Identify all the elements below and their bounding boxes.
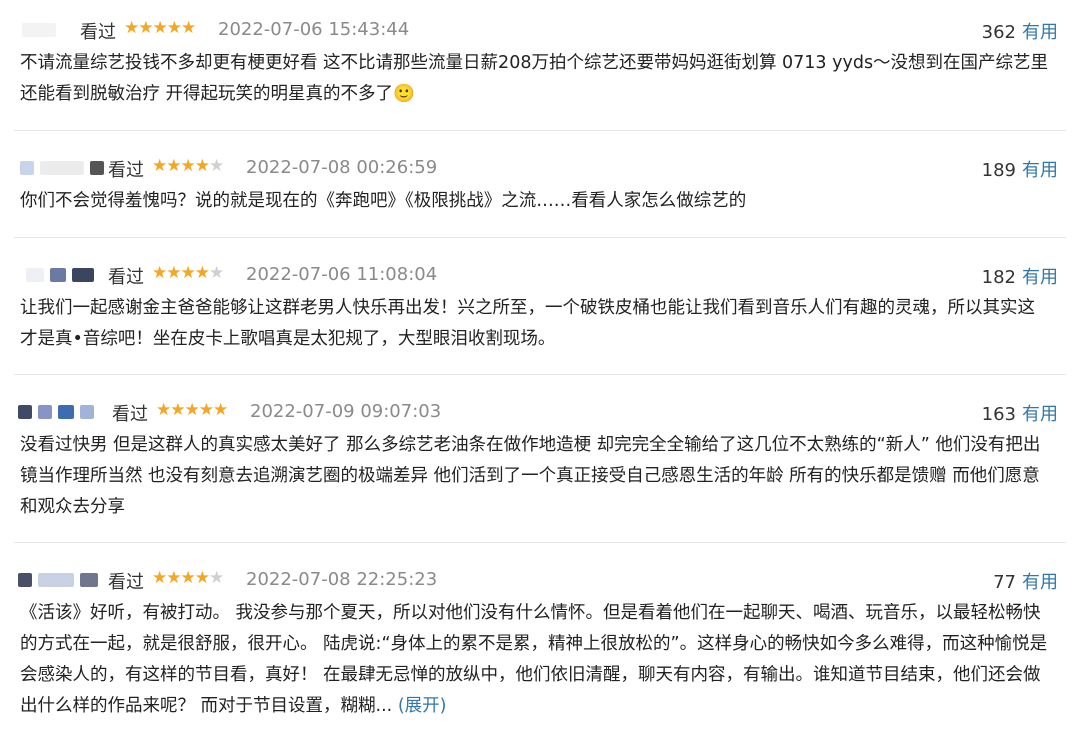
star-filled-icon: ★	[166, 263, 181, 283]
review-text: 《活该》好听，有被打动。 我没参与那个夏天，所以对他们没有什么情怀。但是看着他们…	[20, 598, 1050, 722]
useful-votes: 77 有用	[993, 568, 1058, 594]
star-filled-icon: ★	[180, 156, 196, 176]
watch-status: 看过	[80, 22, 116, 43]
vote-count: 182	[981, 267, 1016, 288]
username-blurred[interactable]	[18, 405, 94, 421]
useful-button[interactable]: 有用	[1022, 404, 1058, 425]
review-text: 不请流量综艺投钱不多却更有梗更好看 这不比请那些流量日薪208万拍个综艺还要带妈…	[20, 53, 1049, 104]
star-filled-icon: ★	[180, 263, 196, 283]
review-text: 你们不会觉得羞愧吗？说的就是现在的《奔跑吧》《极限挑战》之流……看看人家怎么做综…	[20, 191, 747, 211]
star-filled-icon: ★	[152, 18, 168, 38]
useful-votes: 182 有用	[982, 263, 1058, 289]
useful-button[interactable]: 有用	[1022, 160, 1058, 181]
rating-stars: ★★★★★	[156, 400, 228, 420]
star-filled-icon: ★	[152, 263, 167, 283]
star-filled-icon: ★	[138, 18, 153, 38]
watch-status: 看过	[108, 267, 144, 288]
rating-stars: ★★★★★	[152, 156, 224, 176]
divider	[14, 237, 1066, 238]
vote-count: 77	[993, 572, 1016, 593]
review-text-content: 《活该》好听，有被打动。 我没参与那个夏天，所以对他们没有什么情怀。但是看着他们…	[20, 603, 1048, 716]
star-empty-icon: ★	[209, 156, 224, 176]
star-filled-icon: ★	[198, 400, 214, 420]
watch-status: 看过	[112, 404, 148, 425]
star-filled-icon: ★	[166, 568, 181, 588]
divider	[14, 130, 1066, 131]
username-blurred[interactable]	[20, 161, 104, 177]
review-timestamp: 2022-07-06 11:08:04	[246, 264, 438, 285]
star-empty-icon: ★	[209, 263, 224, 283]
useful-button[interactable]: 有用	[1022, 267, 1058, 288]
review-timestamp: 2022-07-08 22:25:23	[246, 569, 438, 590]
star-filled-icon: ★	[170, 400, 185, 420]
star-filled-icon: ★	[156, 400, 171, 420]
expand-link[interactable]: (展开)	[398, 696, 447, 716]
star-filled-icon: ★	[213, 400, 228, 420]
star-filled-icon: ★	[181, 18, 196, 38]
vote-count: 189	[981, 160, 1016, 181]
username-blurred[interactable]	[26, 268, 94, 284]
star-filled-icon: ★	[166, 18, 182, 38]
star-filled-icon: ★	[184, 400, 200, 420]
useful-votes: 189 有用	[982, 156, 1058, 182]
divider	[14, 542, 1066, 543]
star-filled-icon: ★	[194, 568, 210, 588]
star-filled-icon: ★	[194, 156, 210, 176]
rating-stars: ★★★★★	[152, 568, 224, 588]
rating-stars: ★★★★★	[152, 263, 224, 283]
star-filled-icon: ★	[194, 263, 210, 283]
username-blurred[interactable]	[18, 573, 98, 589]
username-blurred[interactable]	[22, 23, 56, 39]
star-filled-icon: ★	[152, 568, 167, 588]
useful-votes: 163 有用	[982, 400, 1058, 426]
divider	[14, 374, 1066, 375]
vote-count: 163	[981, 404, 1016, 425]
watch-status: 看过	[108, 160, 144, 181]
review-timestamp: 2022-07-06 15:43:44	[218, 19, 410, 40]
star-empty-icon: ★	[209, 568, 224, 588]
rating-stars: ★★★★★	[124, 18, 196, 38]
useful-button[interactable]: 有用	[1022, 572, 1058, 593]
star-filled-icon: ★	[180, 568, 196, 588]
watch-status: 看过	[108, 572, 144, 593]
useful-votes: 362 有用	[982, 18, 1058, 44]
useful-button[interactable]: 有用	[1022, 22, 1058, 43]
star-filled-icon: ★	[124, 18, 139, 38]
review-text: 没看过快男 但是这群人的真实感太美好了 那么多综艺老油条在做作地造梗 却完完全全…	[20, 435, 1041, 517]
review-timestamp: 2022-07-09 09:07:03	[250, 401, 442, 422]
star-filled-icon: ★	[166, 156, 181, 176]
vote-count: 362	[981, 22, 1016, 43]
review-text: 让我们一起感谢金主爸爸能够让这群老男人快乐再出发！兴之所至，一个破铁皮桶也能让我…	[20, 298, 1035, 349]
review-timestamp: 2022-07-08 00:26:59	[246, 157, 438, 178]
star-filled-icon: ★	[152, 156, 167, 176]
